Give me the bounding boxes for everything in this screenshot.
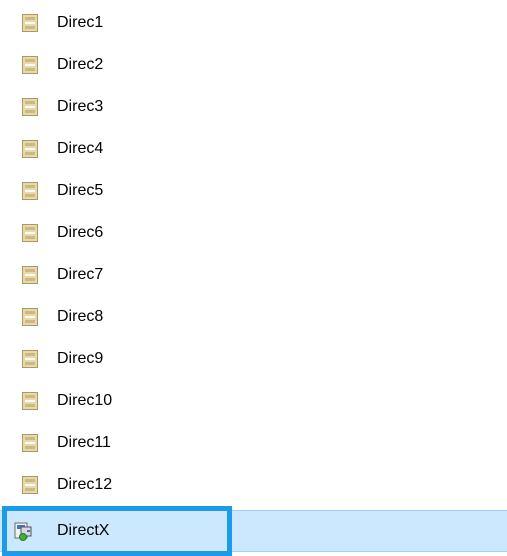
directx-installer-icon [14,521,34,541]
list-item-selected[interactable]: DirectX [0,510,507,552]
registry-file-icon [22,308,38,326]
registry-file-icon [22,476,38,494]
list-item[interactable]: Direc5 [0,172,507,210]
list-item-label: Direc7 [57,266,104,283]
list-item[interactable]: Direc10 [0,382,507,420]
registry-file-icon [22,14,38,32]
list-item-label: Direc4 [57,140,104,157]
list-item-label: Direc2 [57,56,104,73]
registry-file-icon [22,224,38,242]
list-item-label: DirectX [57,522,110,539]
registry-file-icon [22,98,38,116]
list-item-label: Direc6 [57,224,104,241]
registry-file-icon [22,350,38,368]
list-item[interactable]: Direc7 [0,256,507,294]
list-item[interactable]: Direc11 [0,424,507,462]
registry-file-icon [22,140,38,158]
registry-file-icon [22,182,38,200]
registry-file-icon [22,266,38,284]
list-item-label: Direc11 [57,434,111,451]
list-item-label: Direc5 [57,182,104,199]
list-item[interactable]: Direc9 [0,340,507,378]
file-list: Direc1 Direc2 Direc3 Direc4 Direc5 Direc… [0,0,507,556]
list-item-label: Direc8 [57,308,104,325]
registry-file-icon [22,434,38,452]
registry-file-icon [22,392,38,410]
list-item[interactable]: Direc4 [0,130,507,168]
list-item[interactable]: Direc6 [0,214,507,252]
list-item[interactable]: Direc8 [0,298,507,336]
list-item-label: Direc12 [57,476,113,493]
list-item[interactable]: Direc2 [0,46,507,84]
list-item[interactable]: Direc3 [0,88,507,126]
list-item-label: Direc3 [57,98,104,115]
list-item-label: Direc10 [57,392,113,409]
list-item[interactable]: Direc12 [0,466,507,504]
registry-file-icon [22,56,38,74]
list-item-label: Direc1 [57,14,104,31]
list-item[interactable]: Direc1 [0,4,507,42]
list-item-label: Direc9 [57,350,104,367]
